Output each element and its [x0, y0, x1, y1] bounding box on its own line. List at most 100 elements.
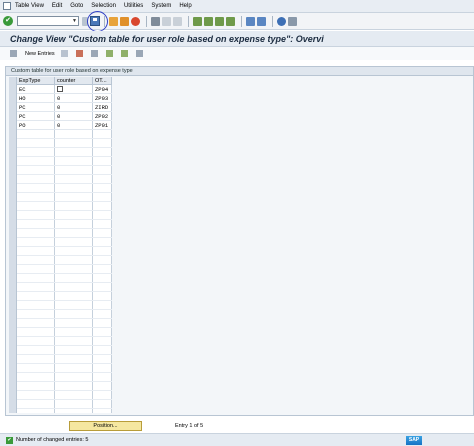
display-change-button[interactable] [10, 50, 19, 57]
empty-table-row[interactable] [17, 256, 112, 265]
table-row[interactable]: EC ZP04 [17, 85, 112, 94]
empty-table-row[interactable] [17, 220, 112, 229]
find-icon[interactable] [162, 16, 171, 26]
back-icon[interactable] [109, 16, 118, 26]
cell-counter[interactable]: 0 [55, 112, 93, 121]
empty-table-row[interactable] [17, 274, 112, 283]
empty-table-row[interactable] [17, 130, 112, 139]
pencil-icon [10, 50, 17, 57]
layout-menu-icon[interactable] [288, 16, 297, 26]
empty-table-row[interactable] [17, 283, 112, 292]
system-toolbar: ✔ ▼ [0, 13, 474, 30]
cell-ot[interactable]: ZP03 [93, 94, 112, 103]
empty-table-row[interactable] [17, 400, 112, 409]
cell-exptype[interactable]: PC [17, 103, 55, 112]
cell-ot[interactable]: ZIRD [93, 103, 112, 112]
help-icon[interactable] [277, 16, 286, 26]
command-field[interactable]: ▼ [17, 16, 79, 26]
empty-table-row[interactable] [17, 229, 112, 238]
cell-counter[interactable] [55, 85, 93, 94]
empty-table-row[interactable] [17, 346, 112, 355]
new-session-icon[interactable] [246, 16, 255, 26]
menu-system[interactable]: System [151, 3, 171, 9]
status-message: Number of changed entries: 5 [16, 437, 89, 443]
column-header-exptype[interactable]: ExpType [17, 77, 55, 85]
title-bar: Change View "Custom table for user role … [0, 31, 474, 47]
first-page-icon[interactable] [193, 16, 202, 26]
enter-check-icon[interactable]: ✔ [3, 16, 13, 26]
row-selector-column[interactable] [9, 77, 17, 413]
table-row[interactable]: HO 0 ZP03 [17, 94, 112, 103]
table-row[interactable]: PC 0 ZIRD [17, 103, 112, 112]
cell-ot[interactable]: ZP04 [93, 85, 112, 94]
entries-table: ExpType counter OT... EC ZP04 HO 0 ZP03 PC 0 ZI… [9, 77, 112, 413]
status-bar: ✔ Number of changed entries: 5 SAP [0, 433, 474, 446]
empty-table-row[interactable] [17, 175, 112, 184]
next-page-icon[interactable] [215, 16, 224, 26]
empty-table-row[interactable] [17, 310, 112, 319]
find-next-icon[interactable] [173, 16, 182, 26]
cell-exptype[interactable]: HO [17, 94, 55, 103]
shortcut-icon[interactable] [257, 16, 266, 26]
new-entries-button[interactable]: New Entries [25, 51, 55, 57]
cell-counter[interactable]: 0 [55, 103, 93, 112]
empty-table-row[interactable] [17, 337, 112, 346]
command-dropdown-icon[interactable]: ▼ [71, 17, 78, 25]
empty-table-row[interactable] [17, 247, 112, 256]
empty-table-row[interactable] [17, 328, 112, 337]
column-header-counter[interactable]: counter [55, 77, 93, 85]
empty-table-row[interactable] [17, 184, 112, 193]
empty-table-row[interactable] [17, 265, 112, 274]
cell-ot[interactable]: ZP01 [93, 121, 112, 130]
empty-table-row[interactable] [17, 202, 112, 211]
empty-table-row[interactable] [17, 292, 112, 301]
cell-counter[interactable]: 0 [55, 94, 93, 103]
print-icon[interactable] [151, 16, 160, 26]
menu-edit[interactable]: Edit [52, 3, 62, 9]
empty-table-row[interactable] [17, 211, 112, 220]
cell-exptype[interactable]: PO [17, 121, 55, 130]
cell-exptype[interactable]: PC [17, 112, 55, 121]
table-row[interactable]: PO 0 ZP01 [17, 121, 112, 130]
cancel-icon[interactable] [131, 16, 140, 26]
empty-table-row[interactable] [17, 157, 112, 166]
save-icon[interactable] [90, 16, 100, 26]
delete-button[interactable] [75, 50, 85, 57]
menu-utilities[interactable]: Utilities [124, 3, 143, 9]
empty-table-row[interactable] [17, 148, 112, 157]
last-page-icon[interactable] [226, 16, 235, 26]
empty-table-row[interactable] [17, 364, 112, 373]
page-title: Change View "Custom table for user role … [10, 33, 324, 44]
empty-table-row[interactable] [17, 355, 112, 364]
select-all-button[interactable] [105, 50, 115, 57]
menu-selection[interactable]: Selection [91, 3, 116, 9]
undo-icon [90, 50, 98, 57]
empty-table-row[interactable] [17, 166, 112, 175]
double-arrow-icon [82, 16, 88, 26]
menu-help[interactable]: Help [179, 3, 191, 9]
menu-goto[interactable]: Goto [70, 3, 83, 9]
empty-table-row[interactable] [17, 319, 112, 328]
empty-table-row[interactable] [17, 139, 112, 148]
undo-button[interactable] [90, 50, 100, 57]
cell-exptype[interactable]: EC [17, 85, 55, 94]
menu-table-view[interactable]: Table View [15, 3, 44, 9]
empty-table-row[interactable] [17, 301, 112, 310]
empty-table-row[interactable] [17, 382, 112, 391]
select-block-button[interactable] [120, 50, 130, 57]
column-header-ot[interactable]: OT... [93, 77, 112, 85]
exit-icon[interactable] [120, 16, 129, 26]
empty-table-row[interactable] [17, 373, 112, 382]
empty-table-row[interactable] [17, 238, 112, 247]
deselect-all-button[interactable] [135, 50, 145, 57]
copy-as-button[interactable] [60, 50, 70, 57]
empty-table-row[interactable] [17, 391, 112, 400]
empty-table-row[interactable] [17, 193, 112, 202]
position-button[interactable]: Position... [69, 421, 142, 431]
table-row[interactable]: PC 0 ZP02 [17, 112, 112, 121]
cell-ot[interactable]: ZP02 [93, 112, 112, 121]
panel-header: Custom table for user role based on expe… [6, 67, 473, 76]
cell-counter[interactable]: 0 [55, 121, 93, 130]
previous-page-icon[interactable] [204, 16, 213, 26]
app-menu-icon[interactable] [3, 2, 11, 10]
